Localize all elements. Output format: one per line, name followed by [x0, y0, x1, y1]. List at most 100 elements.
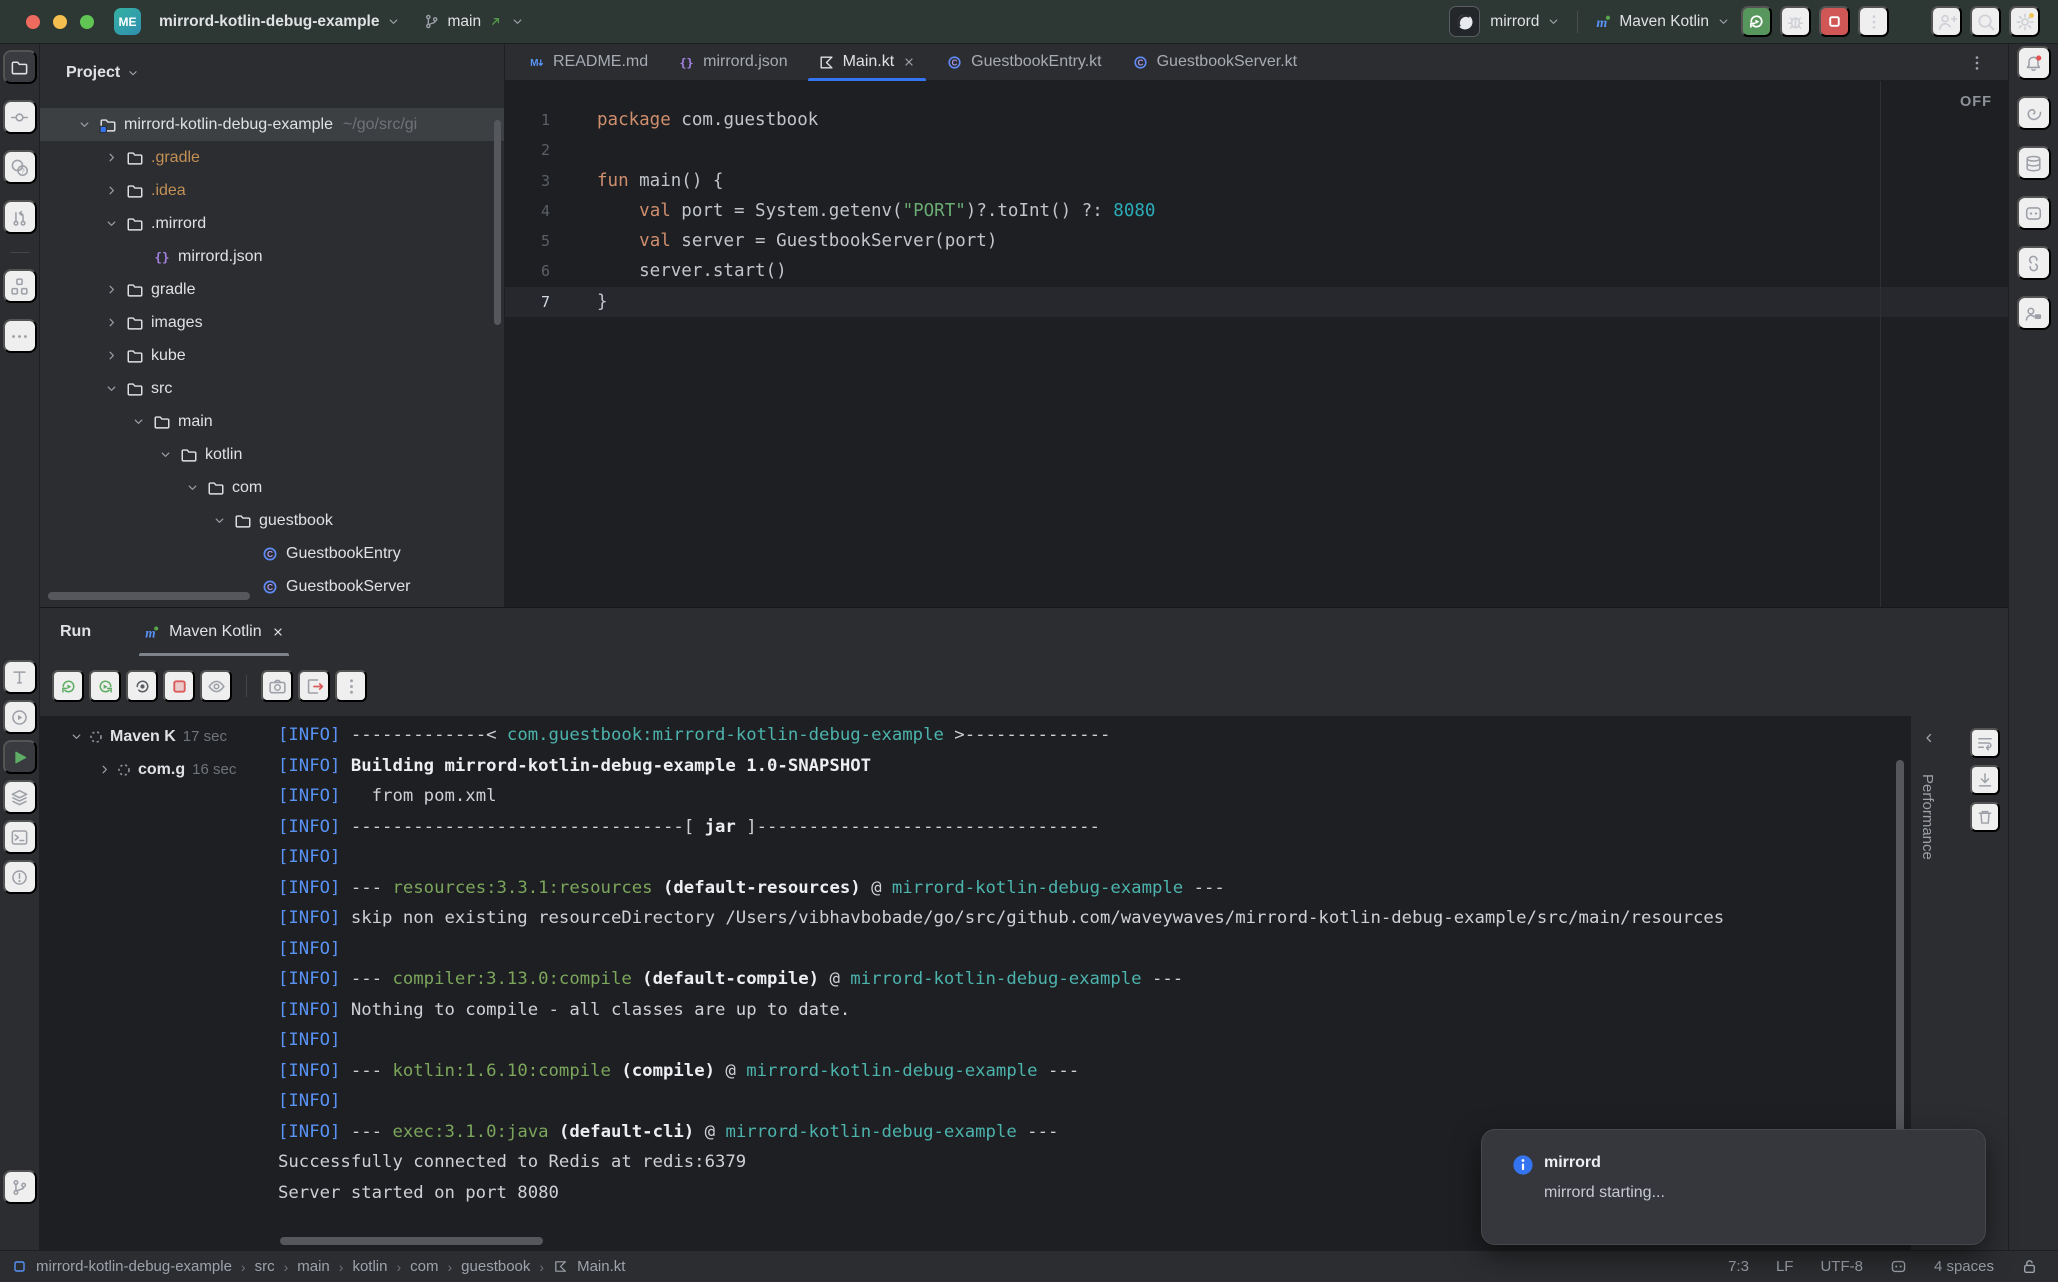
file-encoding[interactable]: UTF-8 — [1820, 1258, 1863, 1275]
run-tab-maven-kotlin[interactable]: m Maven Kotlin — [137, 608, 291, 656]
project-panel-header[interactable]: Project — [40, 44, 504, 82]
tree-item-com[interactable]: com — [40, 471, 504, 504]
chevron-expanded-icon[interactable] — [180, 480, 204, 495]
mirrord-logo-button[interactable] — [1449, 6, 1480, 37]
tab-main-kt[interactable]: Main.kt — [803, 44, 932, 80]
rerun-button[interactable] — [52, 670, 84, 702]
profiler-tool-icon[interactable] — [3, 700, 37, 734]
build-tool-icon[interactable] — [2017, 196, 2051, 230]
tree-item-guestbook[interactable]: guestbook — [40, 504, 504, 537]
tree-item-images[interactable]: images — [40, 306, 504, 339]
code-with-me-icon[interactable] — [2017, 296, 2051, 330]
chevron-expanded-icon[interactable] — [99, 381, 123, 396]
chevron-collapsed-icon[interactable] — [99, 315, 123, 330]
unlock-icon[interactable] — [2021, 1258, 2038, 1275]
code-line-1[interactable]: 1package com.guestbook — [505, 105, 2008, 135]
code-line-4[interactable]: 4 val port = System.getenv("PORT")?.toIn… — [505, 196, 2008, 226]
indent-setting[interactable]: 4 spaces — [1934, 1258, 1994, 1275]
stop-button[interactable] — [163, 670, 195, 702]
code-editor[interactable]: 1package com.guestbook23fun main() {4 va… — [505, 81, 2008, 607]
database-tool-icon[interactable] — [2017, 146, 2051, 180]
close-icon[interactable] — [902, 55, 916, 69]
endpoints-tool-icon[interactable] — [2017, 246, 2051, 280]
debug-button[interactable] — [1780, 6, 1811, 37]
copilot-icon[interactable] — [1890, 1258, 1907, 1275]
project-vertical-scrollbar[interactable] — [494, 120, 501, 325]
commit-tool-icon[interactable] — [3, 100, 37, 134]
tab-mirrord-json[interactable]: {}mirrord.json — [663, 44, 802, 80]
breadcrumb-item[interactable]: com — [410, 1258, 438, 1275]
console-vertical-scrollbar[interactable] — [1896, 760, 1904, 1148]
run-tree-item-com-g[interactable]: com.g16 sec — [40, 753, 270, 786]
code-line-6[interactable]: 6 server.start() — [505, 256, 2008, 286]
vcs-widget[interactable]: main — [415, 8, 533, 36]
run-tool-icon[interactable] — [3, 740, 37, 774]
project-widget[interactable]: mirrord-kotlin-debug-example — [151, 8, 409, 36]
services-tool-icon[interactable] — [3, 780, 37, 814]
code-line-7[interactable]: 7} — [505, 287, 2008, 317]
collapse-left-icon[interactable] — [1921, 730, 1937, 746]
help-tool-icon[interactable]: ? — [3, 150, 37, 184]
chevron-collapsed-icon[interactable] — [99, 183, 123, 198]
more-actions-button[interactable] — [1858, 6, 1889, 37]
caret-position[interactable]: 7:3 — [1728, 1258, 1749, 1275]
close-window-button[interactable] — [26, 15, 40, 29]
tree-item-main[interactable]: main — [40, 405, 504, 438]
chevron-expanded-icon[interactable] — [64, 729, 88, 744]
terminal-tool-icon[interactable] — [3, 820, 37, 854]
chevron-collapsed-icon[interactable] — [92, 762, 116, 777]
breadcrumb-item[interactable]: Main.kt — [577, 1258, 625, 1275]
mirrord-target-selector[interactable]: mirrord — [1488, 8, 1563, 36]
breadcrumb-item[interactable]: mirrord-kotlin-debug-example — [36, 1258, 232, 1275]
notification-popup[interactable]: mirrord mirrord starting... — [1481, 1129, 1986, 1245]
tab-guestbookentry-kt[interactable]: CGuestbookEntry.kt — [931, 44, 1116, 80]
pull-requests-tool-icon[interactable] — [3, 200, 37, 234]
run-config-selector[interactable]: m Maven Kotlin — [1592, 8, 1733, 36]
ai-assistant-icon[interactable] — [2017, 96, 2051, 130]
code-line-2[interactable]: 2 — [505, 135, 2008, 165]
project-tool-icon[interactable] — [3, 50, 37, 84]
rerun-button[interactable] — [1741, 6, 1772, 37]
zoom-window-button[interactable] — [80, 15, 94, 29]
breadcrumb-item[interactable]: src — [255, 1258, 275, 1275]
line-separator[interactable]: LF — [1776, 1258, 1794, 1275]
tree-item-mirrord-json[interactable]: {}mirrord.json — [40, 240, 504, 273]
close-icon[interactable] — [271, 625, 285, 639]
tab-options-kebab-icon[interactable] — [1966, 52, 1988, 74]
structure-tool-icon[interactable] — [3, 269, 37, 303]
stop-button[interactable] — [1819, 6, 1850, 37]
tree-item-mirrord-kotlin-debug-example[interactable]: mirrord-kotlin-debug-example~/go/src/gi — [40, 108, 504, 141]
tree-item-gradle[interactable]: gradle — [40, 273, 504, 306]
code-line-3[interactable]: 3fun main() { — [505, 166, 2008, 196]
console-horizontal-scrollbar[interactable] — [280, 1237, 543, 1245]
chevron-expanded-icon[interactable] — [72, 117, 96, 132]
tree-item--mirrord[interactable]: .mirrord — [40, 207, 504, 240]
resume-button[interactable] — [126, 670, 158, 702]
tree-item-src[interactable]: src — [40, 372, 504, 405]
text-tool-icon[interactable] — [3, 660, 37, 694]
rerun-failed-button[interactable] — [89, 670, 121, 702]
clear-all-button[interactable] — [1970, 802, 2000, 832]
tree-item--idea[interactable]: .idea — [40, 174, 504, 207]
chevron-expanded-icon[interactable] — [126, 414, 150, 429]
notifications-icon[interactable] — [2017, 46, 2051, 80]
performance-tab-label[interactable]: Performance — [1919, 774, 1936, 860]
tab-readme-md[interactable]: MREADME.md — [513, 44, 663, 80]
problems-tool-icon[interactable] — [3, 860, 37, 894]
minimize-window-button[interactable] — [53, 15, 67, 29]
chevron-collapsed-icon[interactable] — [99, 282, 123, 297]
show-options-button[interactable] — [200, 670, 232, 702]
scroll-to-end-button[interactable] — [1970, 765, 2000, 795]
tab-guestbookserver-kt[interactable]: CGuestbookServer.kt — [1117, 44, 1313, 80]
tree-item-kotlin[interactable]: kotlin — [40, 438, 504, 471]
chevron-collapsed-icon[interactable] — [99, 150, 123, 165]
breadcrumb-item[interactable]: main — [297, 1258, 330, 1275]
tree-item-guestbookentry[interactable]: CGuestbookEntry — [40, 537, 504, 570]
more-options-button[interactable] — [335, 670, 367, 702]
soft-wrap-button[interactable] — [1970, 728, 2000, 758]
run-tree-item-maven-k[interactable]: Maven K17 sec — [40, 720, 270, 753]
breadcrumb-item[interactable]: kotlin — [352, 1258, 387, 1275]
search-everywhere-button[interactable] — [1970, 6, 2001, 37]
chevron-collapsed-icon[interactable] — [99, 348, 123, 363]
tree-item-kube[interactable]: kube — [40, 339, 504, 372]
